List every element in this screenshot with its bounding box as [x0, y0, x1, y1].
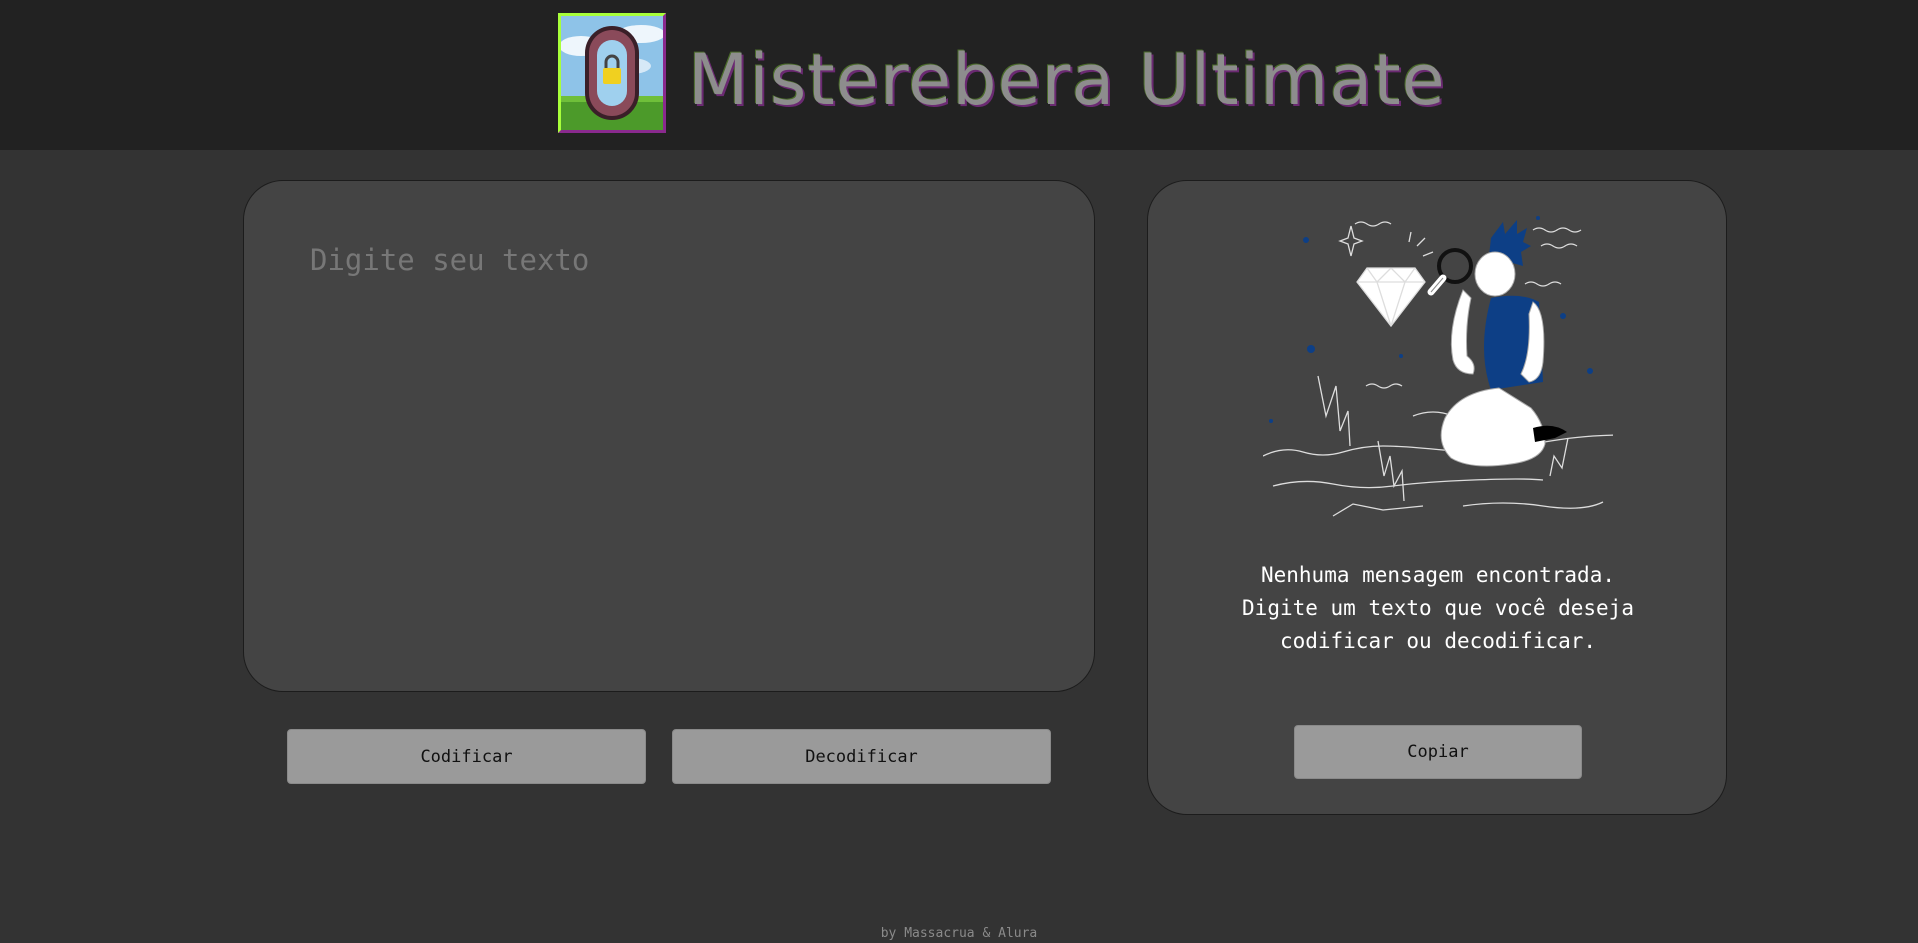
logo-image [561, 16, 663, 130]
message-line: codificar ou decodificar. [1279, 629, 1597, 653]
output-panel: Nenhuma mensagem encontrada. Digite um t… [1147, 180, 1727, 815]
text-input[interactable] [308, 241, 1032, 645]
encode-button[interactable]: Codificar [287, 729, 646, 784]
app-title: Misterebera Ultimate [688, 39, 1446, 121]
empty-message: Nenhuma mensagem encontrada. Digite um t… [1148, 559, 1728, 658]
footer-credit: by Massacrua & Alura [880, 926, 1038, 941]
app-header: Misterebera Ultimate [0, 0, 1918, 150]
message-line: Nenhuma mensagem encontrada. [1260, 563, 1615, 587]
decode-button[interactable]: Decodificar [672, 729, 1051, 784]
padlock-badge-icon [558, 13, 666, 133]
copy-button[interactable]: Copiar [1294, 725, 1582, 779]
message-line: Digite um texto que você deseja [1242, 596, 1634, 620]
input-panel [243, 180, 1095, 692]
detective-magnifier-illustration [1263, 216, 1613, 526]
